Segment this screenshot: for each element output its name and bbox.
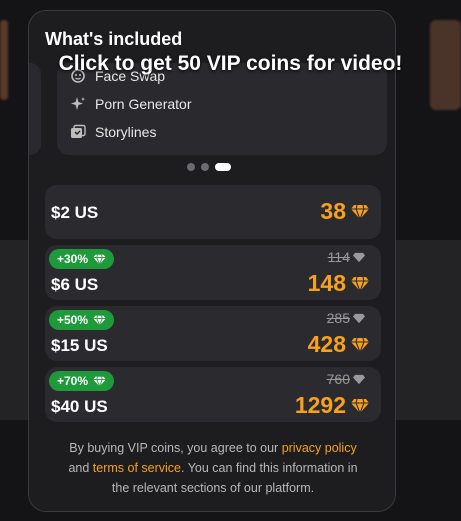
bonus-badge: +70% [49,371,115,391]
legal-text: By buying VIP coins, you agree to our [69,441,282,455]
plan-coins: 1292 [295,392,369,419]
plan-price: $2 US [51,203,99,222]
plan-coins: 148 [308,270,369,297]
feature-storylines: Storylines [69,123,156,141]
plan-price: $6 US [51,275,99,294]
plan-price: $15 US [51,336,108,355]
carousel-dot[interactable] [201,163,209,171]
background-left-panel [0,240,28,420]
diamond-icon [353,374,365,384]
bonus-badge: +30% [49,249,115,269]
old-coins-amount: 285 [327,310,365,326]
legal-notice: By buying VIP coins, you agree to our pr… [63,438,363,498]
diamond-icon [353,313,365,323]
plan-coins: 38 [320,198,369,225]
old-coins-amount: 114 [328,249,365,265]
diamond-icon [351,337,369,352]
old-coins-amount: 760 [327,371,365,387]
vip-coins-banner[interactable]: Click to get 50 VIP coins for video! [0,52,461,76]
plan-coins: 428 [308,331,369,358]
terms-of-service-link[interactable]: terms of service [93,461,181,475]
plan-option-15-usd[interactable]: +50% 285 $15 US 428 [45,306,381,361]
diamond-icon [353,252,365,262]
background-right-panel [396,240,461,420]
whats-included-title: What's included [45,29,183,49]
feature-label: Porn Generator [95,96,192,112]
features-card[interactable]: Face Swap Porn Generator Storylines [57,63,387,155]
sparkle-icon [69,95,87,113]
carousel-dot[interactable] [187,163,195,171]
plan-option-6-usd[interactable]: +30% 114 $6 US 148 [45,245,381,300]
feature-porn-generator: Porn Generator [69,95,192,113]
diamond-icon [93,376,106,386]
feature-label: Storylines [95,124,157,140]
diamond-icon [351,276,369,291]
legal-text: and [68,461,93,475]
diamond-icon [93,254,106,264]
diamond-icon [351,398,369,413]
plan-price: $40 US [51,397,108,416]
carousel-dots [187,163,231,171]
diamond-icon [93,315,106,325]
vip-coins-modal: What's included Face Swap Porn Generator… [28,10,396,512]
plan-option-40-usd[interactable]: +70% 760 $40 US 1292 [45,367,381,422]
bonus-badge: +50% [49,310,115,330]
storylines-icon [69,123,87,141]
carousel-dot-active[interactable] [215,163,231,171]
plan-option-2-usd[interactable]: $2 US 38 [45,185,381,239]
features-card-previous[interactable] [29,63,41,155]
diamond-icon [351,204,369,219]
privacy-policy-link[interactable]: privacy policy [282,441,357,455]
